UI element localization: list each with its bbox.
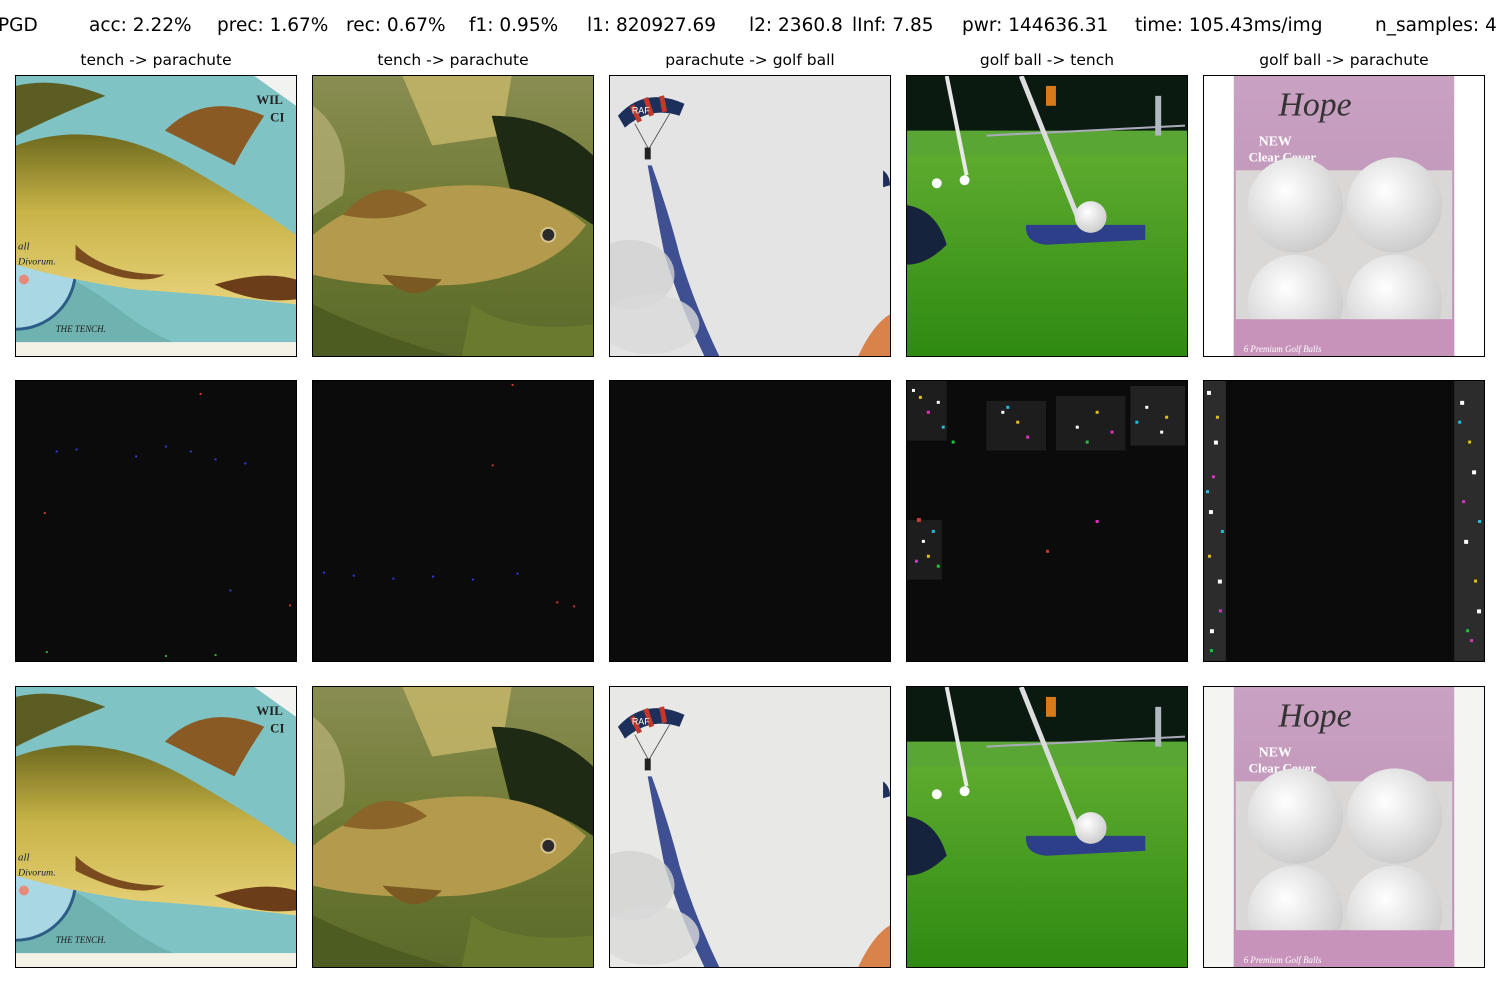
card-corner-text: WIL [256, 93, 283, 107]
adversarial-image-golf-box: Hope NEW Clear Cover 6 Premium Golf Ball… [1203, 686, 1485, 968]
column-title-4: golf ball -> tench [979, 51, 1115, 69]
svg-text:NEW: NEW [1259, 746, 1292, 761]
original-image-tench-aquarium [312, 75, 594, 357]
box-new-text: NEW [1259, 135, 1292, 150]
svg-text:all: all [18, 241, 30, 253]
svg-text:all: all [18, 852, 30, 864]
column-title-5: golf ball -> parachute [1259, 51, 1429, 69]
svg-text:6 Premium Golf Balls: 6 Premium Golf Balls [1244, 955, 1322, 965]
svg-text:RAF: RAF [632, 717, 650, 727]
card-caption-text: THE TENCH. [56, 324, 106, 334]
svg-text:Divorum.: Divorum. [17, 868, 56, 879]
accuracy-metric: acc: 2.22% [89, 15, 192, 36]
perturbation-map-2 [312, 380, 594, 662]
adversarial-image-golf-putter [906, 686, 1188, 968]
column-title-1: tench -> parachute [80, 51, 232, 69]
svg-text:Hope: Hope [1277, 698, 1351, 735]
f1-metric: f1: 0.95% [469, 15, 559, 36]
adversarial-image-tench-aquarium [312, 686, 594, 968]
l1-metric: l1: 820927.69 [587, 15, 717, 36]
svg-text:CI: CI [270, 722, 284, 736]
box-premium-text: 6 Premium Golf Balls [1244, 344, 1322, 354]
precision-metric: prec: 1.67% [217, 15, 329, 36]
recall-metric: rec: 0.67% [346, 15, 446, 36]
adversarial-image-parachute: RAF [609, 686, 891, 968]
original-image-golf-putter [906, 75, 1188, 357]
svg-text:CI: CI [270, 111, 284, 125]
adversarial-image-tench-card: WIL CI all Divorum. THE TENCH. [15, 686, 297, 968]
metrics-header: PGD acc: 2.22% prec: 1.67% rec: 0.67% f1… [0, 15, 1500, 43]
original-image-parachute: RAF [609, 75, 891, 357]
l2-metric: l2: 2360.8 [749, 15, 843, 36]
original-image-golf-box: Hope NEW Clear Cover 6 Premium Golf Ball… [1203, 75, 1485, 357]
power-metric: pwr: 144636.31 [962, 15, 1109, 36]
perturbation-map-1 [15, 380, 297, 662]
svg-text:WIL: WIL [256, 704, 283, 718]
svg-text:THE TENCH.: THE TENCH. [56, 935, 106, 945]
time-metric: time: 105.43ms/img [1135, 15, 1323, 36]
method-label: PGD [0, 15, 38, 36]
column-title-2: tench -> parachute [377, 51, 529, 69]
svg-text:Divorum.: Divorum. [17, 257, 56, 268]
linf-metric: lInf: 7.85 [852, 15, 934, 36]
original-image-tench-card: WIL CI all Divorum. THE TENCH. [15, 75, 297, 357]
column-title-3: parachute -> golf ball [665, 51, 835, 69]
samples-metric: n_samples: 4 [1375, 15, 1497, 36]
perturbation-map-3 [609, 380, 891, 662]
perturbation-map-5 [1203, 380, 1485, 662]
parachute-text: RAF [632, 106, 650, 116]
perturbation-map-4 [906, 380, 1188, 662]
box-script-text: Hope [1277, 87, 1351, 124]
